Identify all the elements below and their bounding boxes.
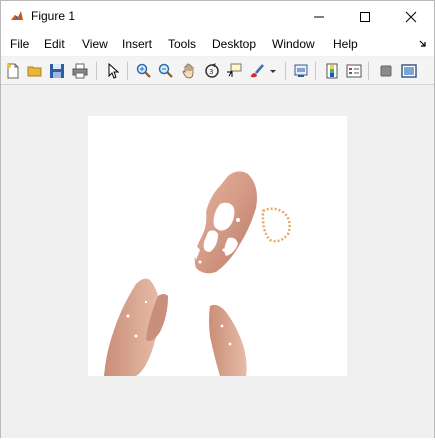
- rotate-3d-button[interactable]: 3: [202, 61, 222, 81]
- save-icon: [50, 64, 64, 78]
- menu-help[interactable]: Help: [333, 37, 358, 51]
- surface-patch: [261, 207, 291, 243]
- zoom-in-icon: [136, 63, 151, 78]
- pan-icon: [182, 63, 194, 79]
- zoom-in-button[interactable]: [134, 61, 154, 81]
- surface-patch: [209, 304, 247, 376]
- maximize-button[interactable]: [342, 1, 388, 32]
- figure-window: Figure 1 File Edit View Insert Tools Des…: [0, 0, 435, 439]
- figure-canvas: [1, 86, 434, 439]
- open-file-icon: [27, 66, 42, 77]
- show-plot-tools-button[interactable]: [399, 61, 419, 81]
- link-plot-button[interactable]: [291, 61, 311, 81]
- insert-legend-icon: [346, 64, 362, 78]
- brush-icon: [251, 64, 264, 78]
- brush-button[interactable]: [247, 61, 267, 81]
- print-button[interactable]: [70, 61, 90, 81]
- toolbar-separator: [96, 62, 97, 80]
- hide-plot-tools-icon: [380, 65, 392, 77]
- surface-plot: [104, 171, 291, 376]
- maximize-icon: [360, 11, 370, 22]
- open-file-button[interactable]: [25, 61, 45, 81]
- pan-button[interactable]: [179, 61, 199, 81]
- menu-insert[interactable]: Insert: [122, 37, 152, 51]
- rotate-3d-icon: 3: [205, 63, 219, 78]
- menu-view[interactable]: View: [82, 37, 108, 51]
- zoom-out-button[interactable]: [156, 61, 176, 81]
- toolbar-separator: [285, 62, 286, 80]
- menu-file[interactable]: File: [10, 37, 29, 51]
- show-plot-tools-icon: [401, 64, 417, 78]
- menu-edit[interactable]: Edit: [44, 37, 65, 51]
- dock-arrow-icon[interactable]: [418, 39, 428, 49]
- menu-desktop[interactable]: Desktop: [212, 37, 256, 51]
- toolbar-separator: [315, 62, 316, 80]
- brush-dropdown-icon: [270, 70, 276, 73]
- data-cursor-icon: [227, 63, 242, 77]
- menu-window[interactable]: Window: [272, 37, 315, 51]
- data-cursor-button[interactable]: [224, 61, 244, 81]
- close-icon: [405, 11, 417, 22]
- svg-text:3: 3: [209, 68, 213, 76]
- link-plot-icon: [294, 64, 308, 77]
- toolbar-separator: [127, 62, 128, 80]
- insert-colorbar-icon: [326, 63, 338, 79]
- toolbar-separator: [368, 62, 369, 80]
- brush-dropdown-button[interactable]: [267, 61, 279, 81]
- pointer-button[interactable]: [103, 61, 123, 81]
- insert-colorbar-button[interactable]: [322, 61, 342, 81]
- minimize-icon: [314, 16, 324, 17]
- new-figure-button[interactable]: [3, 61, 23, 81]
- desktop-background: [0, 438, 435, 444]
- minimize-button[interactable]: [296, 1, 342, 32]
- insert-legend-button[interactable]: [344, 61, 364, 81]
- save-button[interactable]: [47, 61, 67, 81]
- new-figure-icon: [7, 63, 19, 79]
- matlab-icon: [9, 8, 25, 24]
- print-icon: [72, 63, 88, 79]
- hide-plot-tools-button[interactable]: [376, 61, 396, 81]
- menu-tools[interactable]: Tools: [168, 37, 196, 51]
- menu-bar: File Edit View Insert Tools Desktop Wind…: [1, 32, 434, 56]
- pointer-icon: [108, 63, 120, 79]
- figure-toolbar: 3: [1, 57, 434, 85]
- plot-axes[interactable]: [88, 116, 347, 376]
- title-bar: Figure 1: [1, 1, 434, 32]
- close-button[interactable]: [388, 1, 434, 32]
- zoom-out-icon: [158, 63, 173, 78]
- window-title: Figure 1: [31, 9, 76, 23]
